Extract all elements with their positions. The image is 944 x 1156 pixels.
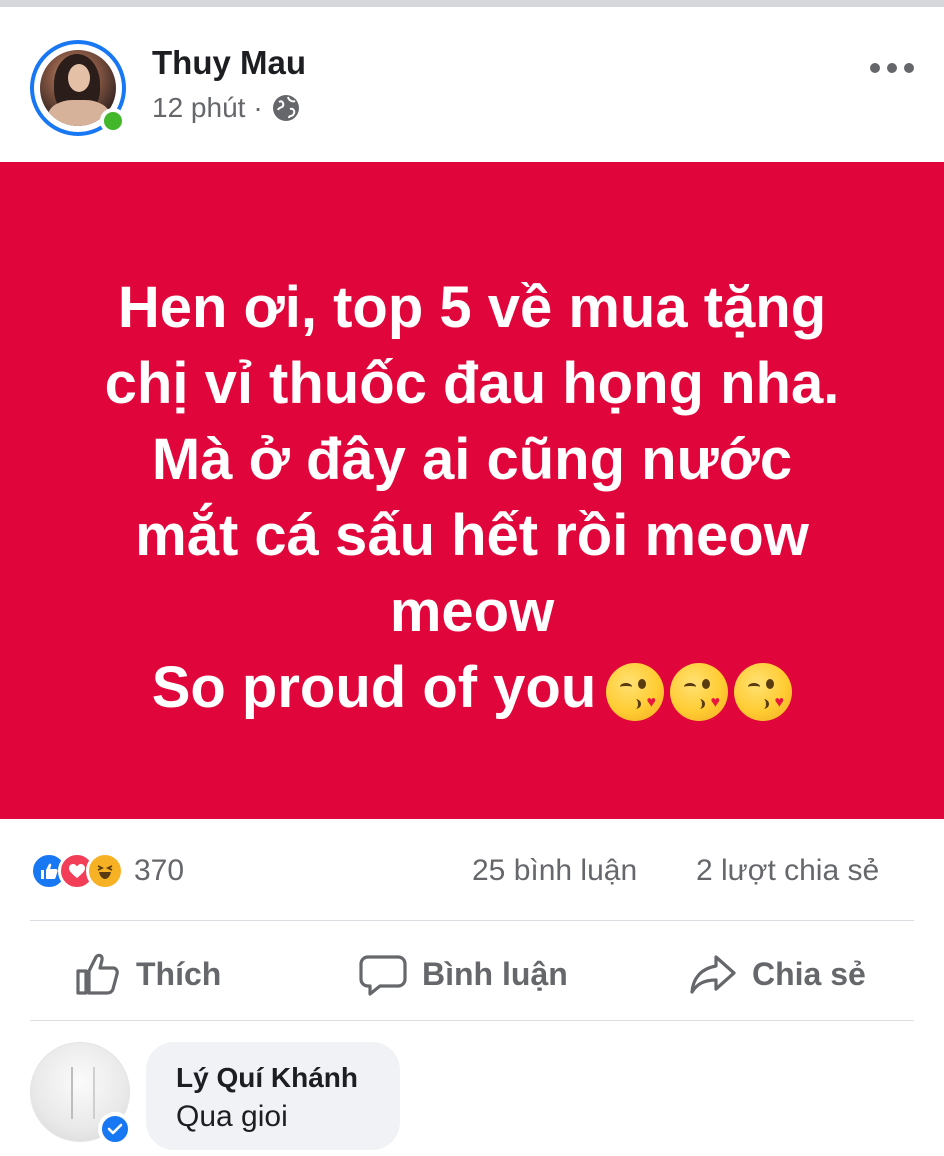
like-button[interactable]: Thích: [72, 948, 221, 1000]
comment-button-label: Bình luận: [422, 955, 568, 992]
comment-author[interactable]: Lý Quí Khánh: [176, 1062, 358, 1094]
author-name[interactable]: Thuy Mau: [152, 44, 306, 82]
emoji-row: ♥ ♥ ♥: [606, 662, 793, 721]
reaction-count: 370: [134, 854, 185, 887]
post-text-line: So proud of you: [151, 655, 597, 720]
comment-bubble-icon: [359, 955, 407, 996]
meta-separator: ·: [253, 92, 263, 123]
share-arrow-icon: [690, 955, 736, 994]
post-text-line: meow: [389, 579, 555, 644]
post-text-line: Hen ơi, top 5 về mua tặng: [117, 275, 827, 340]
face-blowing-kiss-icon: ♥: [670, 662, 729, 721]
globe-icon[interactable]: [271, 93, 301, 123]
post-text-line: Mà ở đây ai cũng nước: [151, 427, 793, 492]
share-count[interactable]: 2 lượt chia sẻ: [696, 854, 879, 888]
more-options-icon[interactable]: [870, 58, 914, 78]
reaction-summary[interactable]: 370: [30, 852, 184, 890]
post-text-last-line: So proud of you ♥ ♥ ♥: [40, 650, 904, 726]
face-blowing-kiss-icon: ♥: [606, 662, 665, 721]
share-button-label: Chia sẻ: [752, 955, 866, 992]
verified-badge-icon: [98, 1112, 132, 1146]
post-text-line: chị vỉ thuốc đau họng nha.: [104, 351, 840, 416]
haha-icon: [86, 852, 124, 890]
like-button-label: Thích: [136, 955, 222, 992]
divider: [30, 920, 914, 921]
post-text-line: mắt cá sấu hết rồi meow: [135, 503, 809, 568]
share-button[interactable]: Chia sẻ: [688, 948, 866, 1000]
post-text: Hen ơi, top 5 về mua tặng chị vỉ thuốc đ…: [40, 270, 904, 726]
post-time[interactable]: 12 phút: [152, 92, 245, 124]
comment-text: Qua gioi: [176, 1100, 288, 1133]
comment-bubble[interactable]: Lý Quí Khánh Qua gioi: [146, 1042, 400, 1150]
comment-button[interactable]: Bình luận: [358, 948, 568, 1000]
thumbs-up-icon: [76, 953, 119, 995]
face-blowing-kiss-icon: ♥: [734, 662, 793, 721]
online-status-indicator: [100, 108, 126, 134]
comment-count[interactable]: 25 bình luận: [472, 854, 637, 888]
post-meta: 12 phút ·: [152, 92, 301, 124]
divider: [30, 1020, 914, 1021]
top-separator: [0, 0, 944, 7]
